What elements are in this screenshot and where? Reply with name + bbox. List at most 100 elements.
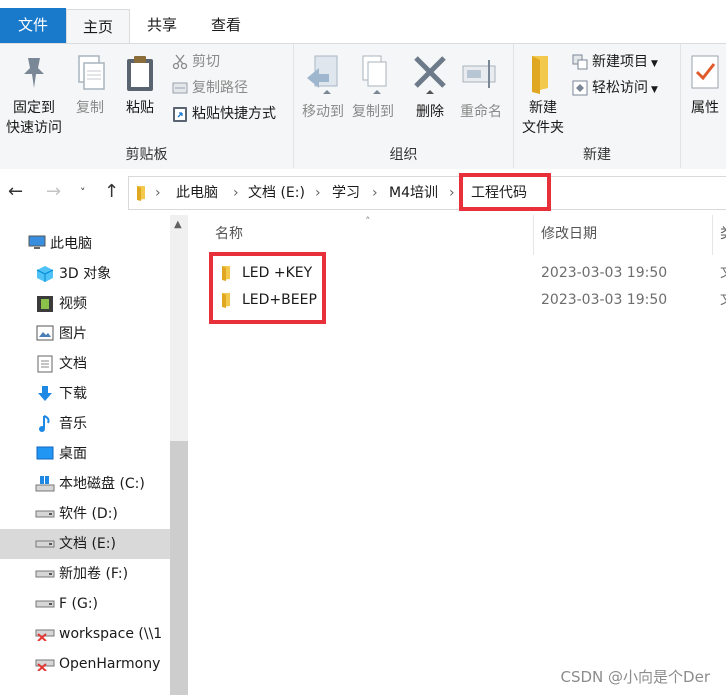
pin-label-line2: 快速访问 [6,120,62,136]
film-icon [37,296,53,312]
sidebar-item-drive-f[interactable]: 新加卷 (F:) [0,559,170,589]
sidebar-item-drive-c[interactable]: 本地磁盘 (C:) [0,469,170,499]
column-divider[interactable] [712,215,713,255]
desktop-icon [36,446,54,460]
navigation-bar: ← → ˅ ↑ › 此电脑 › 文档 (E:) › 学习 › M4培训 › 工程… [0,169,726,215]
scroll-up-arrow-icon[interactable]: ▲ [174,219,182,230]
copy-path-icon [172,82,188,94]
watermark: CSDN @小向是个Der [560,668,710,686]
music-note-icon [39,415,50,432]
network-drive-disconnected-icon [35,659,55,671]
clipboard-group: 固定到 快速访问 复制 粘贴 剪切 复制路径 粘贴快捷方式 剪贴板 [0,44,294,168]
breadcrumb-separator[interactable]: › [233,177,239,209]
rename-button[interactable]: 重命名 [454,54,508,122]
move-to-button[interactable]: 移动到 [298,54,348,122]
column-header-modified[interactable]: 修改日期 [541,221,597,247]
sidebar-item-documents[interactable]: 文档 [0,349,170,379]
breadcrumb-separator[interactable]: › [449,177,455,209]
back-arrow-icon[interactable]: ← [8,181,23,202]
easy-access-label: 轻松访问 [592,80,648,96]
drive-icon [35,570,55,578]
sidebar-item-openharmony[interactable]: OpenHarmony [0,649,170,679]
pin-quick-access-button[interactable]: 固定到 快速访问 [2,54,66,138]
copy-to-button[interactable]: 复制到 [348,54,398,122]
new-group-label: 新建 [583,147,611,163]
sidebar-item-desktop[interactable]: 桌面 [0,439,170,469]
paste-button[interactable]: 粘贴 [116,54,164,118]
paste-shortcut-label: 粘贴快捷方式 [192,106,276,122]
sidebar-item-label: 文档 (E:) [59,536,116,552]
chevron-down-icon: ▼ [651,59,658,69]
file-type: 文 [720,260,726,286]
sidebar-item-label: OpenHarmony [59,656,161,672]
tab-home[interactable]: 主页 [66,9,130,44]
breadcrumb-drive-e[interactable]: 文档 (E:) [248,177,305,209]
column-header-type[interactable]: 类 [720,221,726,247]
organize-group-label: 组织 [389,147,418,163]
scrollbar-thumb[interactable] [170,441,188,695]
address-bar[interactable]: › 此电脑 › 文档 (E:) › 学习 › M4培训 › 工程代码 [128,176,726,210]
windows-drive-icon [35,476,55,492]
sidebar-scrollbar[interactable]: ▲ [170,215,188,695]
new-folder-button[interactable]: 新建 文件夹 [516,54,570,138]
sidebar-item-downloads[interactable]: 下载 [0,379,170,409]
highlight-box-address [459,173,551,211]
new-item-dropdown[interactable]: 新建项目 ▼ [572,51,658,73]
properties-button[interactable]: 属性 [683,54,726,118]
drive-icon [35,540,55,548]
copy-label: 复制 [76,100,104,116]
breadcrumb-m4-training[interactable]: M4培训 [389,177,438,209]
sidebar-item-drive-d[interactable]: 软件 (D:) [0,499,170,529]
column-header-name[interactable]: 名称 [215,221,243,247]
breadcrumb-separator[interactable]: › [372,177,378,209]
tab-file[interactable]: 文件 [0,8,66,43]
copy-icon [78,55,105,90]
sidebar-item-drive-g[interactable]: F (G:) [0,589,170,619]
properties-check-icon [691,55,719,89]
cut-label: 剪切 [192,54,220,70]
download-arrow-icon [38,386,52,401]
sort-ascending-icon: ˄ [365,215,371,228]
up-arrow-icon[interactable]: ↑ [104,181,119,202]
copy-path-label: 复制路径 [192,80,248,96]
file-type: 文 [720,287,726,313]
paste-shortcut-icon [173,107,187,122]
delete-button[interactable]: 删除 [408,54,452,122]
breadcrumb-study[interactable]: 学习 [332,177,360,209]
drive-icon [35,510,55,518]
sidebar-item-workspace[interactable]: workspace (\\1 [0,619,170,649]
sidebar-item-music[interactable]: 音乐 [0,409,170,439]
tab-share[interactable]: 共享 [131,8,193,43]
sidebar-item-drive-e[interactable]: 文档 (E:) [0,529,170,559]
sidebar-item-label: 新加卷 (F:) [59,566,129,582]
paste-label: 粘贴 [126,100,154,116]
copy-to-label: 复制到 [352,104,394,120]
breadcrumb-this-pc[interactable]: 此电脑 [176,177,218,209]
sidebar-item-label: 软件 (D:) [59,506,118,522]
copy-path-button[interactable]: 复制路径 [172,77,248,99]
folder-icon [137,186,145,201]
breadcrumb-separator[interactable]: › [155,177,161,209]
breadcrumb-separator[interactable]: › [315,177,321,209]
properties-label: 属性 [691,100,719,116]
cut-button[interactable]: 剪切 [172,51,220,73]
forward-arrow-icon[interactable]: → [46,181,61,202]
sidebar-item-3d-objects[interactable]: 3D 对象 [0,259,170,289]
paste-shortcut-button[interactable]: 粘贴快捷方式 [172,103,276,125]
tab-view[interactable]: 查看 [195,8,257,43]
sidebar-item-label: 图片 [59,326,87,342]
easy-access-dropdown[interactable]: 轻松访问 ▼ [572,77,658,99]
picture-icon [36,325,54,341]
copy-button[interactable]: 复制 [68,54,112,118]
sidebar-item-videos[interactable]: 视频 [0,289,170,319]
sidebar-item-this-pc[interactable]: 此电脑 [0,229,170,259]
new-folder-icon [532,56,548,94]
navigation-pane: 此电脑 3D 对象 视频 图片 文档 下载 音乐 桌面 本地磁盘 (C:) 软件… [0,215,188,695]
column-divider[interactable] [533,215,534,255]
sidebar-item-label: 文档 [59,356,87,372]
recent-locations-chevron-icon[interactable]: ˅ [80,186,86,199]
sidebar-item-pictures[interactable]: 图片 [0,319,170,349]
sidebar-item-label: workspace (\\1 [59,626,163,642]
cube-icon [36,266,54,282]
easy-access-icon [572,80,588,96]
